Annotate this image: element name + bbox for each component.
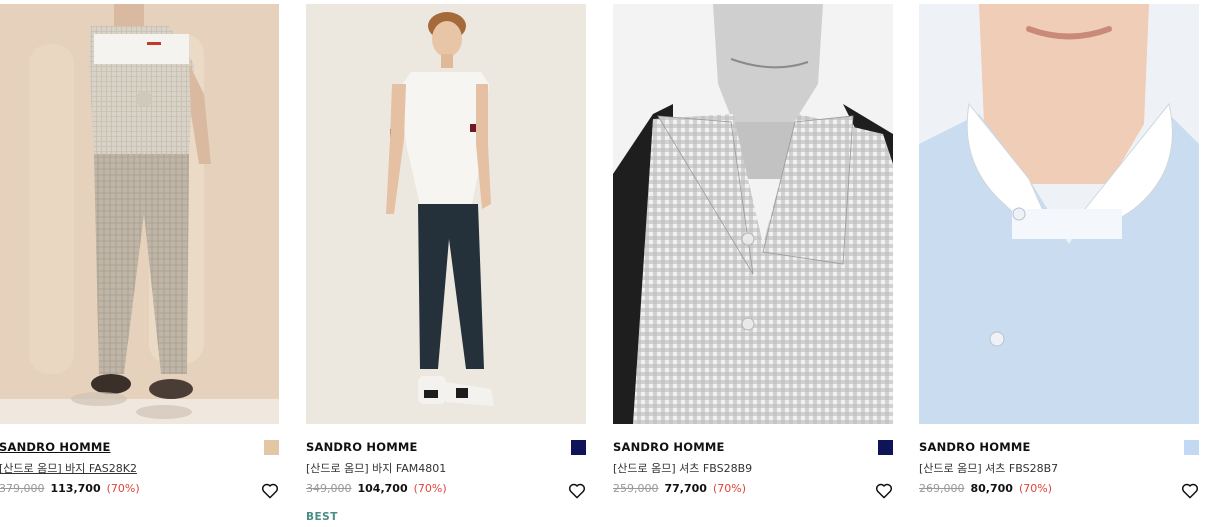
product-card: SANDRO HOMME [산드로 옴므] 셔츠 FBS28B9 259,000… — [613, 4, 893, 524]
color-swatch[interactable] — [878, 440, 893, 455]
price-row: 269,000 80,700 (70%) — [919, 482, 1052, 495]
best-badge: BEST — [306, 511, 338, 523]
product-image[interactable] — [0, 4, 279, 424]
heart-outline-icon[interactable] — [1181, 482, 1199, 499]
original-price: 269,000 — [919, 482, 965, 495]
product-image[interactable] — [306, 4, 586, 424]
product-card: SANDRO HOMME [산드로 옴므] 셔츠 FBS28B7 269,000… — [919, 4, 1199, 524]
heart-outline-icon[interactable] — [875, 482, 893, 499]
product-name[interactable]: [산드로 옴므] 셔츠 FBS28B9 — [613, 460, 752, 476]
heart-outline-icon[interactable] — [261, 482, 279, 499]
product-name[interactable]: [산드로 옴므] 바지 FAM4801 — [306, 460, 446, 476]
heart-outline-icon[interactable] — [568, 482, 586, 499]
product-card: SANDRO HOMME [산드로 옴므] 바지 FAM4801 349,000… — [306, 4, 586, 524]
product-image[interactable] — [919, 4, 1199, 424]
product-grid: SANDRO HOMME [산드로 옴므] 바지 FAS28K2 379,000… — [0, 0, 1209, 527]
discount-rate: (70%) — [1018, 482, 1052, 495]
price-row: 379,000 113,700 (70%) — [0, 482, 140, 495]
sale-price: 80,700 — [970, 482, 1013, 495]
product-name[interactable]: [산드로 옴므] 바지 FAS28K2 — [0, 460, 137, 476]
color-swatch[interactable] — [571, 440, 586, 455]
discount-rate: (70%) — [106, 482, 140, 495]
product-card: SANDRO HOMME [산드로 옴므] 바지 FAS28K2 379,000… — [0, 4, 279, 524]
discount-rate: (70%) — [413, 482, 447, 495]
color-swatch[interactable] — [264, 440, 279, 455]
price-row: 349,000 104,700 (70%) — [306, 482, 447, 495]
product-brand[interactable]: SANDRO HOMME — [919, 440, 1031, 454]
original-price: 379,000 — [0, 482, 45, 495]
discount-rate: (70%) — [712, 482, 746, 495]
sale-price: 77,700 — [664, 482, 707, 495]
product-image[interactable] — [613, 4, 893, 424]
product-name[interactable]: [산드로 옴므] 셔츠 FBS28B7 — [919, 460, 1058, 476]
original-price: 259,000 — [613, 482, 659, 495]
sale-price: 104,700 — [357, 482, 408, 495]
product-brand[interactable]: SANDRO HOMME — [0, 440, 111, 454]
color-swatch[interactable] — [1184, 440, 1199, 455]
product-brand[interactable]: SANDRO HOMME — [306, 440, 418, 454]
sale-price: 113,700 — [50, 482, 101, 495]
original-price: 349,000 — [306, 482, 352, 495]
product-brand[interactable]: SANDRO HOMME — [613, 440, 725, 454]
price-row: 259,000 77,700 (70%) — [613, 482, 746, 495]
